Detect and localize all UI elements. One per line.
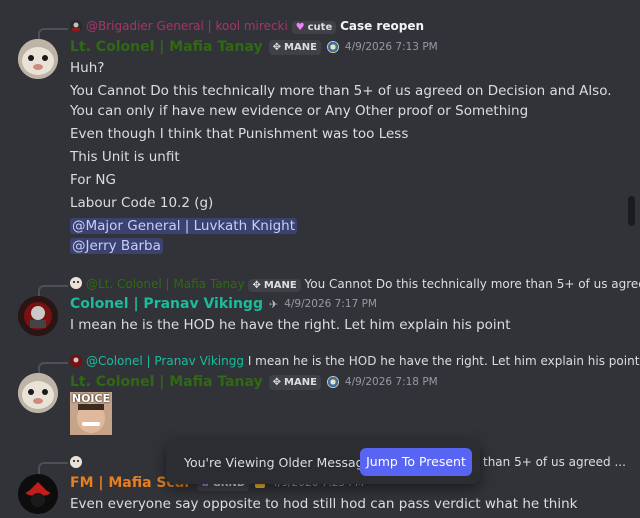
- message-line: Labour Code 10.2 (g): [70, 195, 214, 211]
- reply-preview[interactable]: @Brigadier General | kool mirecki ♥ cute …: [86, 19, 424, 34]
- message-line: Huh?: [70, 60, 105, 76]
- message-line: You can only if have new evidence or Any…: [70, 103, 529, 119]
- reply-text: You Cannot Do this technically more than…: [304, 277, 640, 291]
- reply-author[interactable]: @Lt. Colonel | Mafia Tanay: [86, 277, 245, 291]
- sticker-caption: NOICE: [71, 392, 111, 405]
- chat-window: { "messages": [ { "reply": {"author": "@…: [0, 0, 640, 518]
- user-mention[interactable]: @Major General | Luvkath Knight: [70, 218, 298, 234]
- diamond-icon: ✥: [272, 41, 282, 53]
- message-line: You Cannot Do this technically more than…: [70, 83, 612, 99]
- reply-connector: [38, 285, 68, 297]
- message-line: Even everyone say opposite to hod still …: [70, 496, 578, 512]
- reply-text: I mean he is the HOD he have the right. …: [247, 354, 640, 368]
- message-line: This Unit is unfit: [70, 149, 180, 165]
- username[interactable]: Lt. Colonel | Mafia Tanay: [70, 39, 263, 55]
- reply-avatar: [70, 456, 82, 468]
- reply-text: than 5+ of us agreed ...: [483, 455, 626, 469]
- reply-preview[interactable]: @Colonel | Pranav Vikingg I mean he is t…: [86, 354, 639, 368]
- reply-connector: [38, 362, 68, 374]
- sticker-image[interactable]: NOICE: [70, 392, 112, 435]
- avatar-tanay[interactable]: [18, 39, 58, 79]
- timestamp: 4/9/2026 7:18 PM: [344, 376, 438, 388]
- reply-tag: ✥ MANE: [248, 279, 301, 292]
- username[interactable]: Colonel | Pranav Vikingg: [70, 296, 263, 312]
- message-header: Lt. Colonel | Mafia Tanay ✥ MANE 4/9/2026…: [70, 374, 438, 390]
- message-line: Even though I think that Punishment was …: [70, 126, 409, 142]
- reply-connector: [38, 462, 68, 474]
- role-badge-icon: [326, 376, 339, 388]
- message-line: For NG: [70, 172, 116, 188]
- jump-to-present-button[interactable]: Jump To Present: [360, 448, 472, 476]
- message-header: Lt. Colonel | Mafia Tanay ✥ MANE 4/9/2026…: [70, 39, 438, 55]
- avatar-pranav[interactable]: [18, 296, 58, 336]
- guild-tag: ✥ MANE: [268, 39, 321, 55]
- avatar-scar[interactable]: [18, 474, 58, 514]
- scrollbar-thumb[interactable]: [628, 196, 635, 226]
- older-messages-bar: You're Viewing Older Messages Jump To Pr…: [166, 440, 480, 484]
- reply-avatar: [70, 20, 82, 32]
- mention-line: @Jerry Barba: [70, 238, 163, 254]
- message-line: I mean he is the HOD he have the right. …: [70, 317, 511, 333]
- reply-tag: ♥ cute: [291, 21, 337, 34]
- older-messages-text: You're Viewing Older Messages: [184, 455, 378, 470]
- avatar-tanay[interactable]: [18, 373, 58, 413]
- reply-text: Case reopen: [340, 19, 424, 33]
- username[interactable]: Lt. Colonel | Mafia Tanay: [70, 374, 263, 390]
- timestamp: 4/9/2026 7:13 PM: [344, 41, 438, 53]
- reply-preview[interactable]: than 5+ of us agreed ...: [483, 455, 626, 469]
- reply-connector: [38, 28, 68, 40]
- message-header: Colonel | Pranav Vikingg ✈ 4/9/2026 7:17…: [70, 296, 377, 312]
- reply-author[interactable]: @Colonel | Pranav Vikingg: [86, 354, 244, 368]
- diamond-icon: ✥: [252, 280, 261, 291]
- mention-line: @Major General | Luvkath Knight: [70, 218, 298, 234]
- guild-tag: ✥ MANE: [268, 374, 321, 390]
- reply-author[interactable]: @Brigadier General | kool mirecki: [86, 19, 288, 33]
- heart-icon: ♥: [295, 22, 305, 33]
- role-badge-icon: [326, 41, 339, 53]
- reply-avatar: [70, 355, 82, 367]
- user-mention[interactable]: @Jerry Barba: [70, 238, 163, 254]
- reply-preview[interactable]: @Lt. Colonel | Mafia Tanay ✥ MANE You Can…: [86, 277, 640, 292]
- reply-avatar: [70, 277, 82, 289]
- timestamp: 4/9/2026 7:17 PM: [284, 298, 377, 310]
- diamond-icon: ✥: [272, 376, 282, 388]
- wings-icon: ✈: [268, 297, 279, 311]
